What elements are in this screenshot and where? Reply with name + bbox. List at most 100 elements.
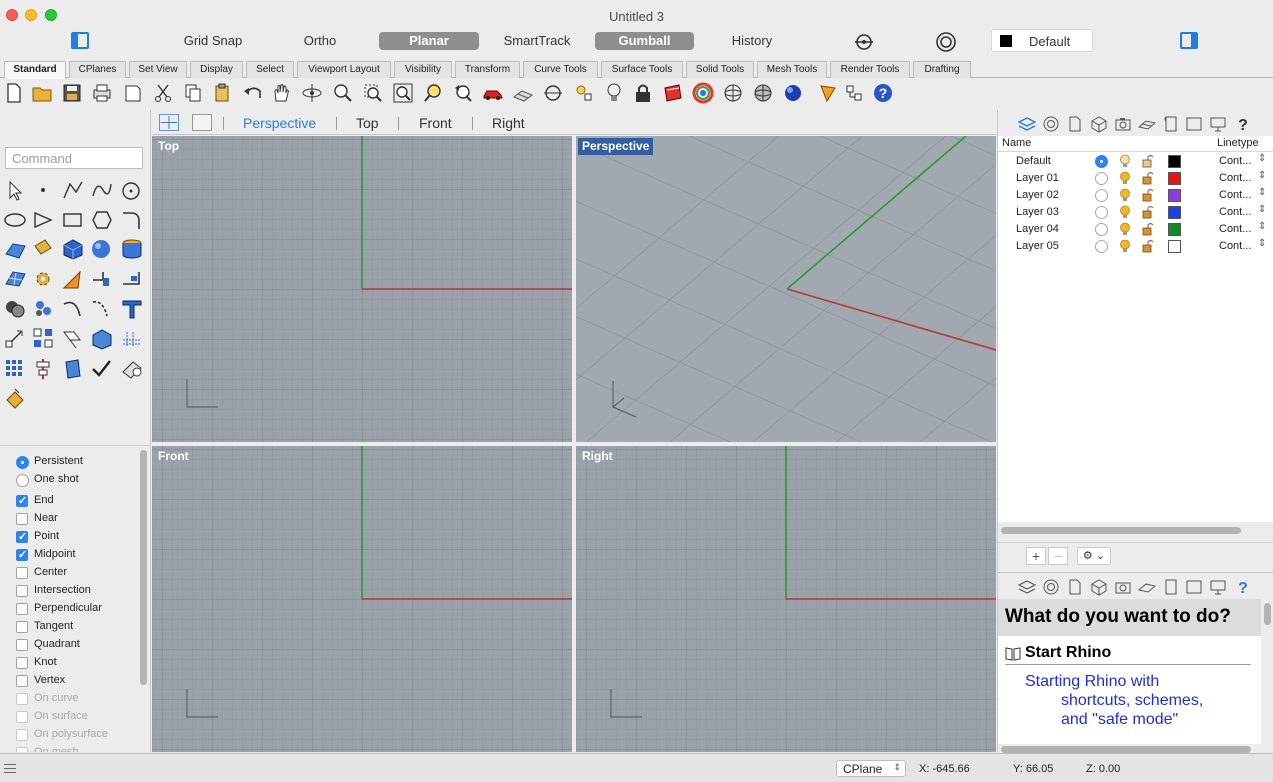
open-folder-icon[interactable] bbox=[31, 82, 53, 104]
cylinder-icon[interactable] bbox=[119, 236, 145, 262]
cplanes-panel-icon[interactable] bbox=[1138, 578, 1156, 596]
tab-visibility[interactable]: Visibility bbox=[394, 61, 452, 78]
help-icon[interactable]: ? bbox=[872, 82, 894, 104]
split-icon[interactable] bbox=[89, 296, 115, 322]
add-layer-button[interactable]: + bbox=[1026, 547, 1046, 565]
arc-icon[interactable] bbox=[31, 207, 57, 233]
left-sidebar-toggle-icon[interactable] bbox=[71, 32, 89, 49]
render-gear-icon[interactable] bbox=[31, 266, 57, 292]
history-button[interactable]: History bbox=[722, 32, 782, 50]
print-icon[interactable] bbox=[91, 82, 113, 104]
osnap-checkbox[interactable] bbox=[16, 548, 28, 561]
rotate-view-icon[interactable] bbox=[301, 82, 323, 104]
check-icon[interactable] bbox=[89, 356, 115, 382]
solid-box-icon[interactable] bbox=[89, 326, 115, 352]
tab-surface-tools[interactable]: Surface Tools bbox=[601, 61, 683, 78]
layer-name[interactable]: Layer 02 bbox=[1016, 189, 1059, 201]
lock-icon[interactable] bbox=[632, 82, 654, 104]
layer-row[interactable]: Layer 03 Cont... ⇕ bbox=[998, 204, 1273, 221]
properties-icon[interactable] bbox=[817, 82, 839, 104]
zoom-dynamic-icon[interactable] bbox=[332, 82, 354, 104]
current-layer-radio[interactable] bbox=[1095, 223, 1108, 236]
tab-set-view[interactable]: Set View bbox=[129, 61, 187, 78]
save-icon[interactable] bbox=[61, 82, 83, 104]
layer-book-icon[interactable] bbox=[662, 82, 684, 104]
mesh-icon[interactable] bbox=[3, 266, 29, 292]
top-viewport[interactable]: Top bbox=[152, 136, 572, 442]
display-panel-icon[interactable] bbox=[1209, 115, 1227, 133]
tab-transform[interactable]: Transform bbox=[455, 61, 520, 78]
layer-visibility-bulb-icon[interactable] bbox=[1118, 222, 1132, 236]
rendered-sphere-icon[interactable] bbox=[782, 82, 804, 104]
layer-linetype[interactable]: Cont... bbox=[1219, 172, 1251, 184]
record-history-icon[interactable] bbox=[935, 31, 957, 53]
materials-panel-icon[interactable] bbox=[1090, 115, 1108, 133]
light-bulb-icon[interactable] bbox=[603, 82, 625, 104]
point-icon[interactable] bbox=[31, 178, 57, 204]
current-layer-radio[interactable] bbox=[1095, 155, 1108, 168]
sphere-solid-icon[interactable] bbox=[89, 236, 115, 262]
cplanes-panel-icon[interactable] bbox=[1138, 115, 1156, 133]
color-wheel-icon[interactable] bbox=[692, 82, 714, 104]
hamburger-menu-icon[interactable] bbox=[4, 764, 16, 773]
updown-arrows-icon[interactable]: ⇕ bbox=[1258, 153, 1266, 164]
document-panel-icon[interactable] bbox=[1066, 115, 1084, 133]
layer-visibility-bulb-icon[interactable] bbox=[1118, 188, 1132, 202]
layout-panel-icon[interactable] bbox=[1185, 578, 1203, 596]
group-icon[interactable] bbox=[31, 296, 57, 322]
osnap-filter-icon[interactable] bbox=[853, 31, 875, 53]
layer-name[interactable]: Layer 04 bbox=[1016, 223, 1059, 235]
move-icon[interactable] bbox=[3, 326, 29, 352]
osnap-checkbox[interactable] bbox=[16, 513, 28, 525]
polyline-icon[interactable] bbox=[60, 178, 86, 204]
fillet-icon[interactable] bbox=[119, 207, 145, 233]
contour-icon[interactable] bbox=[119, 326, 145, 352]
help-horizontal-scrollbar[interactable] bbox=[1001, 746, 1251, 753]
tab-mesh-tools[interactable]: Mesh Tools bbox=[757, 61, 827, 78]
paint-bucket-icon[interactable] bbox=[3, 386, 29, 412]
front-viewport-label[interactable]: Front bbox=[154, 448, 193, 465]
layer-options-button[interactable]: ⚙ ⌄ bbox=[1077, 547, 1111, 565]
polygon-icon[interactable] bbox=[89, 207, 115, 233]
right-viewport[interactable]: Right bbox=[576, 446, 996, 752]
annotation-icon[interactable] bbox=[119, 266, 145, 292]
text-icon[interactable] bbox=[119, 296, 145, 322]
display-panel-icon[interactable] bbox=[1209, 578, 1227, 596]
osnap-checkbox[interactable] bbox=[16, 729, 28, 741]
osnap-checkbox[interactable] bbox=[16, 657, 28, 669]
osnap-checkbox[interactable] bbox=[16, 675, 28, 687]
circle-icon[interactable] bbox=[119, 178, 145, 204]
tab-cplanes[interactable]: CPlanes bbox=[69, 61, 126, 78]
tab-perspective[interactable]: Perspective bbox=[243, 115, 316, 131]
tab-select[interactable]: Select bbox=[246, 61, 294, 78]
surface-icon[interactable] bbox=[3, 236, 29, 262]
materials-panel-icon[interactable] bbox=[1090, 578, 1108, 596]
layer-linetype[interactable]: Cont... bbox=[1219, 189, 1251, 201]
perspective-viewport-label[interactable]: Perspective bbox=[578, 138, 654, 155]
right-sidebar-toggle-icon[interactable] bbox=[1180, 32, 1198, 49]
align-icon[interactable] bbox=[31, 356, 57, 382]
current-layer-radio[interactable] bbox=[1095, 206, 1108, 219]
named-views-panel-icon[interactable] bbox=[1114, 115, 1132, 133]
help-link-starting-rhino[interactable]: Starting Rhino with shortcuts, schemes, … bbox=[1025, 672, 1245, 729]
help-panel-icon[interactable]: ? bbox=[1234, 115, 1252, 133]
notes-panel-icon[interactable] bbox=[1162, 115, 1180, 133]
layer-linetype[interactable]: Cont... bbox=[1219, 240, 1251, 252]
boolean-icon[interactable] bbox=[3, 296, 29, 322]
select-points-icon[interactable] bbox=[573, 82, 595, 104]
updown-arrows-icon[interactable]: ⇕ bbox=[1258, 187, 1266, 198]
tab-render-tools[interactable]: Render Tools bbox=[830, 61, 910, 78]
help-panel-icon[interactable]: ? bbox=[1234, 578, 1252, 596]
zoom-selected-icon[interactable] bbox=[422, 82, 444, 104]
name-column-header[interactable]: Name bbox=[1002, 137, 1031, 149]
osnap-checkbox[interactable] bbox=[16, 567, 28, 579]
help-link-line[interactable]: and "safe mode" bbox=[1025, 710, 1245, 729]
document-panel-icon[interactable] bbox=[1066, 578, 1084, 596]
persistent-radio-dot[interactable] bbox=[16, 456, 29, 469]
shaded-sphere-icon[interactable] bbox=[752, 82, 774, 104]
undo-view-icon[interactable] bbox=[452, 82, 474, 104]
undo-icon[interactable] bbox=[242, 82, 264, 104]
perspective-viewport[interactable]: Perspective bbox=[576, 136, 996, 442]
linetype-column-header[interactable]: Linetype bbox=[1217, 137, 1259, 149]
layer-linetype[interactable]: Cont... bbox=[1219, 223, 1251, 235]
